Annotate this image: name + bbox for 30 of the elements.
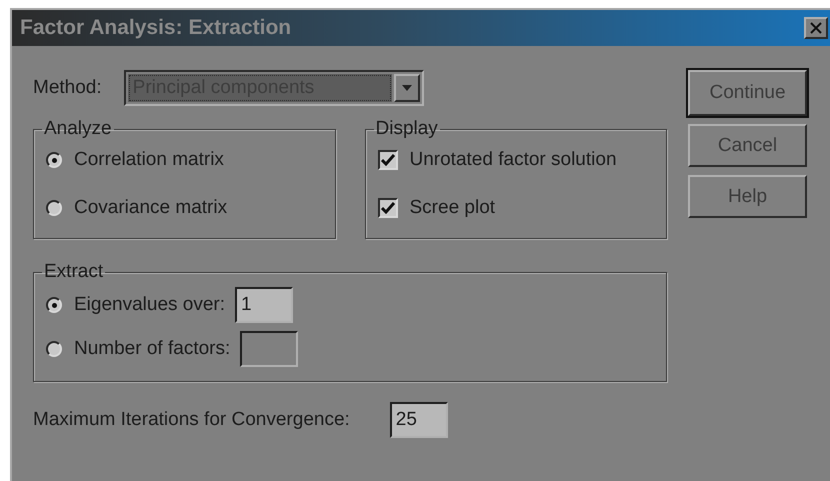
radio-label: Eigenvalues over:	[74, 294, 226, 316]
radio-button[interactable]	[46, 200, 62, 216]
checkbox[interactable]	[378, 150, 398, 170]
group-title: Analyze	[43, 118, 113, 140]
dialog-button[interactable]: Help	[688, 175, 807, 218]
check-icon	[380, 154, 394, 166]
dialog-button[interactable]: Continue	[688, 70, 807, 116]
radio-label: Number of factors:	[74, 338, 230, 360]
iterations-label: Maximum Iterations for Convergence:	[33, 409, 350, 431]
checkbox-label: Unrotated factor solution	[410, 149, 617, 171]
method-label: Method:	[33, 77, 102, 99]
checkbox[interactable]	[378, 198, 398, 218]
radio-button[interactable]	[46, 297, 62, 313]
radio-label: Correlation matrix	[74, 149, 224, 171]
dropdown-arrow-button[interactable]	[394, 74, 420, 102]
group-title: Display	[374, 118, 439, 140]
close-icon	[810, 22, 822, 34]
input-field[interactable]: 25	[390, 402, 448, 438]
check-icon	[380, 202, 394, 214]
input-field[interactable]: 1	[235, 287, 294, 323]
window-title: Factor Analysis: Extraction	[20, 16, 292, 40]
checkbox-label: Scree plot	[410, 197, 496, 219]
input-field[interactable]	[240, 331, 298, 367]
dialog-button[interactable]: Cancel	[688, 124, 807, 167]
radio-button[interactable]	[46, 341, 62, 357]
caret-icon	[402, 85, 412, 91]
radio-button[interactable]	[46, 152, 62, 168]
group-title: Extract	[43, 261, 104, 283]
radio-label: Covariance matrix	[74, 197, 228, 219]
close-button[interactable]	[804, 17, 828, 39]
